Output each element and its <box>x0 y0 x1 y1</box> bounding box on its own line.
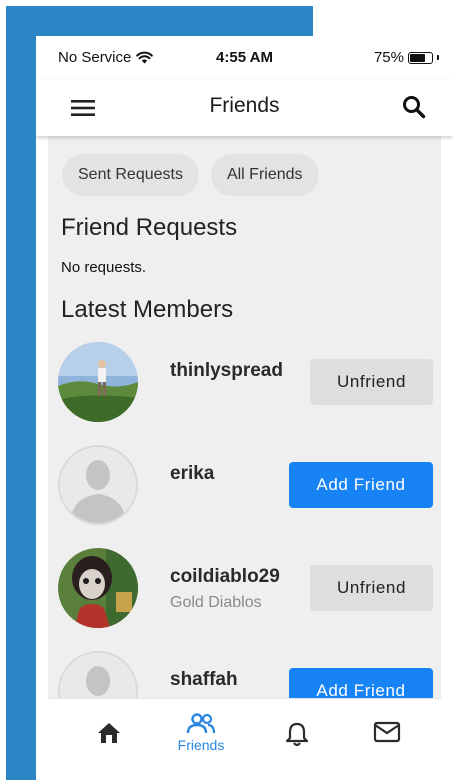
unfriend-button[interactable]: Unfriend <box>310 359 433 405</box>
member-name[interactable]: erika <box>170 463 214 485</box>
nav-friends[interactable]: Friends <box>166 713 236 753</box>
add-friend-button[interactable]: Add Friend <box>289 462 433 508</box>
status-bar: No Service 4:55 AM 75% <box>36 36 453 80</box>
search-icon <box>403 96 426 119</box>
avatar-photo <box>58 548 138 628</box>
member-row: coildiablo29 Gold Diablos Unfriend <box>48 548 441 638</box>
member-row: thinlyspread Unfriend <box>48 342 441 432</box>
battery-fill <box>410 53 425 62</box>
member-name[interactable]: shaffah <box>170 669 238 691</box>
app-bar: Friends <box>36 80 453 136</box>
chip-sent-requests[interactable]: Sent Requests <box>62 154 199 196</box>
member-name[interactable]: coildiablo29 <box>170 566 280 588</box>
latest-members-heading: Latest Members <box>61 296 234 323</box>
member-row: erika Add Friend <box>48 445 441 535</box>
friends-content[interactable]: Sent Requests All Friends Friend Request… <box>48 136 441 698</box>
nav-friends-label: Friends <box>177 737 225 753</box>
battery-tip <box>437 55 439 60</box>
mail-icon <box>373 721 401 743</box>
avatar[interactable] <box>58 548 138 628</box>
avatar[interactable] <box>58 651 138 698</box>
unfriend-button[interactable]: Unfriend <box>310 565 433 611</box>
battery-icon <box>408 51 433 64</box>
nav-notifications[interactable] <box>262 721 332 747</box>
no-requests-text: No requests. <box>61 259 147 276</box>
nav-messages[interactable] <box>352 721 422 743</box>
member-name[interactable]: thinlyspread <box>170 360 283 382</box>
search-button[interactable] <box>399 92 429 122</box>
filter-chips: Sent Requests All Friends <box>62 154 319 196</box>
avatar[interactable] <box>58 342 138 422</box>
chip-all-friends[interactable]: All Friends <box>210 154 319 196</box>
bottom-navigation: Friends <box>48 698 441 780</box>
status-battery-group: 75% <box>374 49 439 66</box>
default-avatar-icon <box>60 447 136 523</box>
bell-icon <box>285 722 309 747</box>
add-friend-button[interactable]: Add Friend <box>289 668 433 698</box>
friend-requests-heading: Friend Requests <box>61 214 238 241</box>
page-title: Friends <box>209 94 280 117</box>
home-icon <box>98 723 120 743</box>
avatar-photo <box>58 342 138 422</box>
member-row: shaffah Add Friend <box>48 651 441 698</box>
nav-home[interactable] <box>74 721 144 745</box>
phone-screen: No Service 4:55 AM 75% Friends Sent Requ… <box>36 36 453 780</box>
avatar[interactable] <box>58 445 138 525</box>
friends-icon <box>186 713 216 734</box>
default-avatar-icon <box>60 653 136 698</box>
battery-percent: 75% <box>373 49 404 66</box>
member-group: Gold Diablos <box>170 594 262 611</box>
